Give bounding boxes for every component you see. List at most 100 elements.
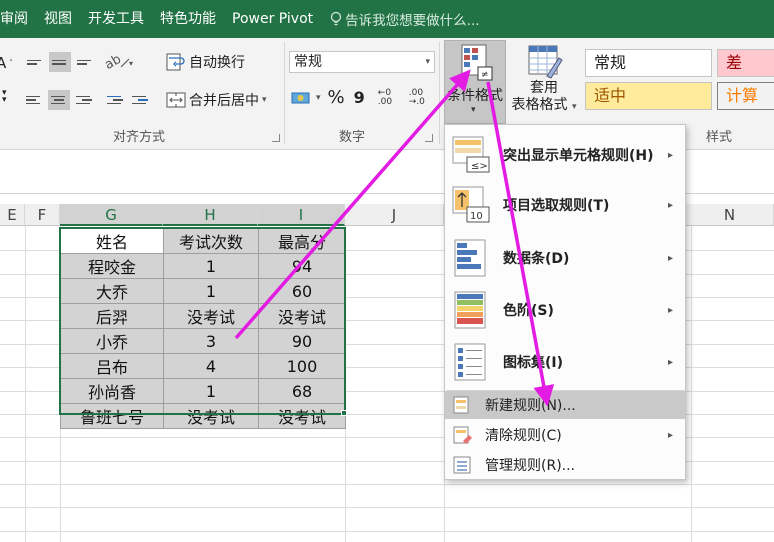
table-cell[interactable]: 68 bbox=[258, 378, 346, 404]
decrease-indent-icon[interactable] bbox=[104, 90, 126, 110]
conditional-formatting-menu: ≤> 突出显示单元格规则(H) ▸ 10 项目选取规则(T) ▸ 数据条(D) … bbox=[444, 124, 686, 480]
style-normal[interactable]: 常规 bbox=[585, 49, 712, 77]
style-bad[interactable]: 差 bbox=[717, 49, 774, 77]
menu-item-label: 清除规则(C) bbox=[485, 428, 562, 444]
table-cell[interactable]: 没考试 bbox=[163, 303, 259, 329]
format-as-table-button[interactable]: 套用 表格格式 ▾ bbox=[508, 44, 580, 116]
merge-center-button[interactable]: 合并后居中 ▾ bbox=[166, 90, 267, 110]
align-center-icon[interactable] bbox=[48, 90, 70, 110]
conditional-formatting-button[interactable]: ≠ 条件格式 ▾ bbox=[444, 40, 506, 124]
menu-item-color-scales[interactable]: 色阶(S) ▸ bbox=[445, 285, 685, 335]
tab-special-features[interactable]: 特色功能 bbox=[152, 0, 224, 38]
accounting-format-icon[interactable] bbox=[291, 89, 313, 107]
table-cell[interactable]: 没考试 bbox=[258, 403, 346, 429]
align-bottom-icon[interactable] bbox=[74, 52, 96, 72]
column-header-h[interactable]: H bbox=[163, 204, 258, 226]
accounting-dropdown-icon[interactable]: ▾ bbox=[316, 93, 321, 103]
table-cell[interactable]: 60 bbox=[258, 278, 346, 304]
format-as-table-icon bbox=[528, 45, 563, 79]
header-cell-exam-count[interactable]: 考试次数 bbox=[163, 228, 259, 254]
column-header-n[interactable]: N bbox=[686, 204, 774, 226]
alignment-group-label: 对齐方式 bbox=[113, 130, 166, 145]
svg-text:≠: ≠ bbox=[481, 70, 489, 80]
table-cell[interactable]: 孙尚香 bbox=[60, 378, 164, 404]
menu-item-label: 项目选取规则(T) bbox=[503, 198, 610, 214]
table-cell[interactable]: 吕布 bbox=[60, 353, 164, 379]
number-launcher-icon[interactable] bbox=[425, 134, 433, 142]
tab-developer[interactable]: 开发工具 bbox=[80, 0, 152, 38]
increase-indent-icon[interactable] bbox=[129, 90, 151, 110]
menu-item-top-bottom-rules[interactable]: 10 项目选取规则(T) ▸ bbox=[445, 181, 685, 229]
svg-text:ab: ab bbox=[105, 53, 124, 71]
table-cell[interactable]: 鲁班七号 bbox=[60, 403, 164, 429]
increase-decimal-button[interactable]: ←0 .00 bbox=[378, 88, 404, 107]
fill-handle[interactable] bbox=[341, 410, 347, 416]
wrap-text-label: 自动换行 bbox=[189, 55, 245, 71]
style-calculation[interactable]: 计算 bbox=[717, 82, 774, 110]
table-cell[interactable]: 4 bbox=[163, 353, 259, 379]
header-cell-name[interactable]: 姓名 bbox=[60, 228, 164, 254]
group-divider bbox=[439, 42, 440, 144]
horizontal-align-row: ▾ bbox=[2, 90, 151, 110]
comma-style-button[interactable]: 9 bbox=[354, 88, 365, 107]
tell-me-box[interactable]: 告诉我您想要做什么... bbox=[321, 9, 480, 29]
header-cell-top-score[interactable]: 最高分 bbox=[258, 228, 346, 254]
table-row: 吕布 4 100 bbox=[60, 353, 346, 379]
number-format-select[interactable]: 常规 ▾ bbox=[289, 51, 435, 73]
column-header-f[interactable]: F bbox=[25, 204, 60, 226]
menu-item-new-rule[interactable]: 新建规则(N)... bbox=[445, 391, 685, 419]
menu-item-label: 新建规则(N)... bbox=[485, 398, 576, 414]
percent-style-button[interactable]: % bbox=[328, 87, 345, 108]
format-as-table-label-line2: 表格格式 bbox=[511, 97, 568, 113]
table-cell[interactable]: 没考试 bbox=[258, 303, 346, 329]
align-right-icon[interactable] bbox=[73, 90, 95, 110]
menu-item-icon-sets[interactable]: 图标集(I) ▸ bbox=[445, 337, 685, 387]
table-cell[interactable]: 94 bbox=[258, 253, 346, 279]
column-header-g[interactable]: G bbox=[60, 204, 163, 226]
lightbulb-icon bbox=[331, 11, 342, 26]
table-cell[interactable]: 大乔 bbox=[60, 278, 164, 304]
style-neutral[interactable]: 适中 bbox=[585, 82, 712, 110]
decrease-decimal-button[interactable]: .00 →.0 bbox=[409, 88, 435, 107]
table-cell[interactable]: 90 bbox=[258, 328, 346, 354]
merge-dropdown-icon[interactable]: ▾ bbox=[262, 95, 267, 105]
tab-review[interactable]: 审阅 bbox=[0, 0, 36, 38]
column-header-j[interactable]: J bbox=[345, 204, 444, 226]
table-cell[interactable]: 没考试 bbox=[163, 403, 259, 429]
tab-power-pivot[interactable]: Power Pivot bbox=[224, 0, 321, 38]
table-cell[interactable]: 1 bbox=[163, 253, 259, 279]
table-cell[interactable]: 100 bbox=[258, 353, 346, 379]
align-middle-icon[interactable] bbox=[49, 52, 71, 72]
clear-rules-icon bbox=[453, 426, 472, 444]
color-scales-icon bbox=[454, 291, 486, 329]
tab-view[interactable]: 视图 bbox=[36, 0, 80, 38]
menu-item-data-bars[interactable]: 数据条(D) ▸ bbox=[445, 233, 685, 283]
menu-item-highlight-cell-rules[interactable]: ≤> 突出显示单元格规则(H) ▸ bbox=[445, 131, 685, 179]
table-cell[interactable]: 后羿 bbox=[60, 303, 164, 329]
align-top-icon[interactable] bbox=[24, 52, 46, 72]
alignment-launcher-icon[interactable] bbox=[272, 134, 280, 142]
column-header-i[interactable]: I bbox=[258, 204, 345, 226]
font-size-increase-icon[interactable]: A ˄ bbox=[0, 54, 13, 72]
column-header-e[interactable]: E bbox=[0, 204, 25, 226]
align-left-icon[interactable] bbox=[23, 90, 45, 110]
top-bottom-rules-icon: 10 bbox=[452, 186, 490, 223]
table-cell[interactable]: 程咬金 bbox=[60, 253, 164, 279]
menu-item-clear-rules[interactable]: 清除规则(C) ▸ bbox=[445, 421, 685, 449]
table-cell[interactable]: 1 bbox=[163, 278, 259, 304]
orientation-icon[interactable]: ab ▾ bbox=[105, 53, 135, 71]
tell-me-text: 告诉我您想要做什么... bbox=[345, 13, 480, 29]
svg-text:10: 10 bbox=[470, 211, 483, 222]
format-as-table-label-line2-row: 表格格式 ▾ bbox=[512, 96, 577, 116]
data-table: 姓名 考试次数 最高分 程咬金 1 94 大乔 1 60 后羿 没考试 没考试 … bbox=[60, 228, 346, 429]
table-cell[interactable]: 小乔 bbox=[60, 328, 164, 354]
gridline bbox=[0, 507, 774, 508]
menu-item-manage-rules[interactable]: 管理规则(R)... bbox=[445, 451, 685, 479]
clipped-dropdown-icon[interactable]: ▾ bbox=[2, 95, 20, 105]
table-row: 程咬金 1 94 bbox=[60, 253, 346, 279]
table-cell[interactable]: 3 bbox=[163, 328, 259, 354]
table-cell[interactable]: 1 bbox=[163, 378, 259, 404]
wrap-text-button[interactable]: 自动换行 bbox=[166, 52, 245, 72]
number-group-label: 数字 bbox=[339, 130, 366, 145]
merge-center-icon bbox=[166, 92, 186, 108]
